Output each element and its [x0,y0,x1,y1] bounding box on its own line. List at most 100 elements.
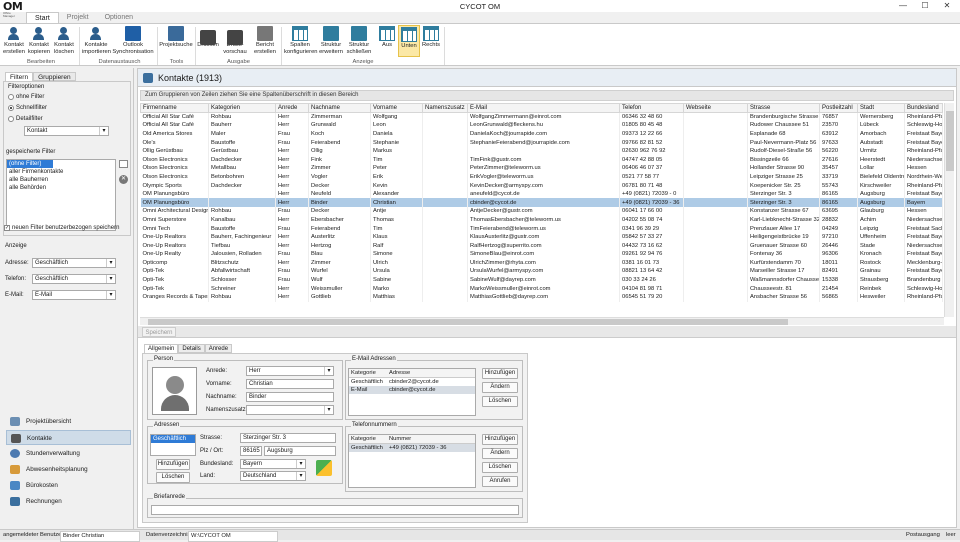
email-delete-button[interactable]: Löschen [482,396,518,407]
column-header[interactable]: Kategorien [208,103,276,113]
minimize-button[interactable]: — [892,0,914,12]
map-icon[interactable] [316,460,332,476]
layout-right-button[interactable]: Rechts [420,25,442,57]
column-header[interactable]: Strasse [747,103,820,113]
filter-combo[interactable]: Kontakt [24,126,109,136]
table-row[interactable]: Oranges Records & Tapes Rohbau Herr Gottlie… [140,292,943,302]
nav-projektuebersicht[interactable]: Projektübersicht [6,414,131,429]
table-row[interactable]: OM Planungsbüro Herr Binder Christian cbinde… [140,198,943,208]
radio-detailfilter[interactable]: Detailfilter [8,116,43,122]
save-filter-icon[interactable] [119,160,128,168]
table-row[interactable]: Opticomp Blitzschutz Herr Zimmer Ulrich Ulric… [140,258,943,268]
save-button[interactable]: Speichern [142,327,176,337]
column-header[interactable]: Anrede [275,103,309,113]
telefon-combo[interactable]: Geschäftlich [32,274,116,284]
table-row[interactable]: Old America Stores Maler Frau Koch Daniela Da… [140,129,943,139]
table-row[interactable]: Olson Electronics Betonbohren Herr Vogler Er… [140,172,943,182]
strasse-field[interactable]: Sterzinger Str. 3 [240,433,336,443]
tab-details[interactable]: Details [178,344,205,353]
email-row[interactable]: Geschäftlich cbinder2@cycot.de [349,378,475,386]
column-header[interactable]: Nachname [308,103,371,113]
saved-filter-item[interactable]: alle Behörden [7,184,115,192]
column-header[interactable]: Webseite [683,103,748,113]
table-row[interactable]: OM Planungsbüro Herr Neufeld Alexander aneuf… [140,189,943,199]
contacts-import-button[interactable]: Kontakte importieren [82,25,111,57]
saved-filter-item[interactable]: (ohne Filter) [7,160,53,168]
land-combo[interactable]: Deutschland [240,471,306,481]
table-row[interactable]: One-Up Realty Jalousien, Rolladen Frau Blau… [140,250,943,259]
table-row[interactable]: One-Up Realtors Tiefbau Herr Hertzog Ralf Ral… [140,241,943,250]
contact-copy-button[interactable]: Kontakt kopieren [27,25,51,57]
nav-kontakte[interactable]: Kontakte [6,430,131,445]
tab-anrede[interactable]: Anrede [204,344,233,353]
phone-call-button[interactable]: Anrufen [482,476,518,487]
saved-filter-item[interactable]: aller Firmenkontakte [7,168,115,176]
nav-buerokosten[interactable]: Bürokosten [6,478,131,493]
avatar[interactable] [152,367,197,415]
radio-ohne-filter[interactable]: ohne Filter [8,94,44,100]
table-row[interactable]: Olson Electronics Metallbau Herr Zimmer Pete… [140,164,943,173]
namenszusatz-combo[interactable] [246,405,334,415]
table-vertical-scrollbar[interactable] [944,103,954,317]
report-button[interactable]: Bericht erstellen [252,25,278,57]
email-combo[interactable]: E-Mail [32,290,116,300]
table-row[interactable]: Opti-Tek Schreiner Herr Weissmuller Marko Mar… [140,284,943,293]
columns-config-button[interactable]: Spalten konfigurieren [284,25,318,57]
tab-filtern[interactable]: Filtern [5,72,34,81]
radio-schnellfilter[interactable]: Schnellfilter [8,105,47,111]
table-row[interactable]: Ollig Gerüstbau Gerüstbau Herr Ollig Markus 0… [140,146,943,156]
nachname-field[interactable]: Binder [246,392,334,402]
vorname-field[interactable]: Christian [246,379,334,389]
address-delete-button[interactable]: Löschen [156,472,190,483]
table-row[interactable]: One-Up Realtors Bauherr, Fachingenieur Her… [140,232,943,242]
column-header[interactable]: Namenszusatz [422,103,468,113]
table-row[interactable]: Olympic Sports Dachdecker Herr Decker Kevin K… [140,181,943,190]
ort-field[interactable]: Augsburg [264,446,336,456]
table-row[interactable]: Opti-Tek Abfallwirtschaft Frau Wurfel Ursula… [140,267,943,276]
tab-allgemein[interactable]: Allgemein [144,344,179,353]
adresse-combo[interactable]: Geschäftlich [32,258,116,268]
print-button[interactable]: Drucken [197,25,219,57]
email-add-button[interactable]: Hinzufügen [482,368,518,379]
table-row[interactable]: Omni Superstore Kanalbau Herr Ebersbacher Th… [140,215,943,225]
close-button[interactable]: ✕ [936,0,958,12]
nav-stundenverwaltung[interactable]: Stundenverwaltung [6,446,131,461]
grouping-area[interactable]: Zum Gruppieren von Zeilen ziehen Sie ein… [140,90,954,101]
anrede-combo[interactable]: Herr [246,366,334,376]
phone-edit-button[interactable]: Ändern [482,448,518,459]
phone-row[interactable]: Geschäftlich +49 (0821) 72039 - 36 [349,444,475,452]
collapse-structure-button[interactable]: Struktur schließen [346,25,372,57]
address-item[interactable]: Geschäftlich [151,435,195,443]
phone-add-button[interactable]: Hinzufügen [482,434,518,445]
plz-field[interactable]: 86165 [240,446,262,456]
column-header[interactable]: E-Mail [467,103,620,113]
saved-filter-item[interactable]: alle Bauherren [7,176,115,184]
email-row[interactable]: E-Mail cbinder@cycot.de [349,386,475,394]
table-row[interactable]: Ole's Baustoffe Frau Feierabend Stephanie Ste… [140,138,943,147]
layout-bottom-button[interactable]: Unten [398,25,420,57]
column-header[interactable]: Bundesland [904,103,943,113]
column-header[interactable]: Telefon [619,103,684,113]
expand-structure-button[interactable]: Struktur erweitern [318,25,344,57]
nav-abwesenheitsplanung[interactable]: Abwesenheitsplanung [6,462,131,477]
project-search-button[interactable]: Projektsuche [159,25,193,57]
column-header[interactable]: Firmenname [140,103,209,113]
table-row[interactable]: Opti-Tek Schlosser Frau Wulf Sabine SabineWul… [140,275,943,285]
contact-create-button[interactable]: Kontakt erstellen [3,25,25,57]
column-header[interactable]: Stadt [857,103,905,113]
tab-gruppieren[interactable]: Gruppieren [33,72,76,81]
table-row[interactable]: Official All Star Café Bauherr Herr Grunwal… [140,121,943,130]
table-row[interactable]: Omni Architectural Design Rohbau Frau Decke… [140,207,943,216]
column-header[interactable]: Postleitzahl [819,103,858,113]
briefanrede-field[interactable] [151,505,519,515]
table-row[interactable]: Olson Electronics Dachdecker Herr Fink Tim Ti… [140,155,943,165]
contact-delete-button[interactable]: Kontakt löschen [53,25,75,57]
email-edit-button[interactable]: Ändern [482,382,518,393]
table-row[interactable]: Omni Tech Baustoffe Frau Feierabend Tim TimFe… [140,224,943,233]
bundesland-combo[interactable]: Bayern [240,459,306,469]
maximize-button[interactable]: ☐ [914,0,936,12]
phone-delete-button[interactable]: Löschen [482,462,518,473]
print-preview-button[interactable]: Druck-vorschau [222,25,248,57]
layout-off-button[interactable]: Aus [376,25,398,57]
table-horizontal-scrollbar[interactable] [140,317,944,325]
